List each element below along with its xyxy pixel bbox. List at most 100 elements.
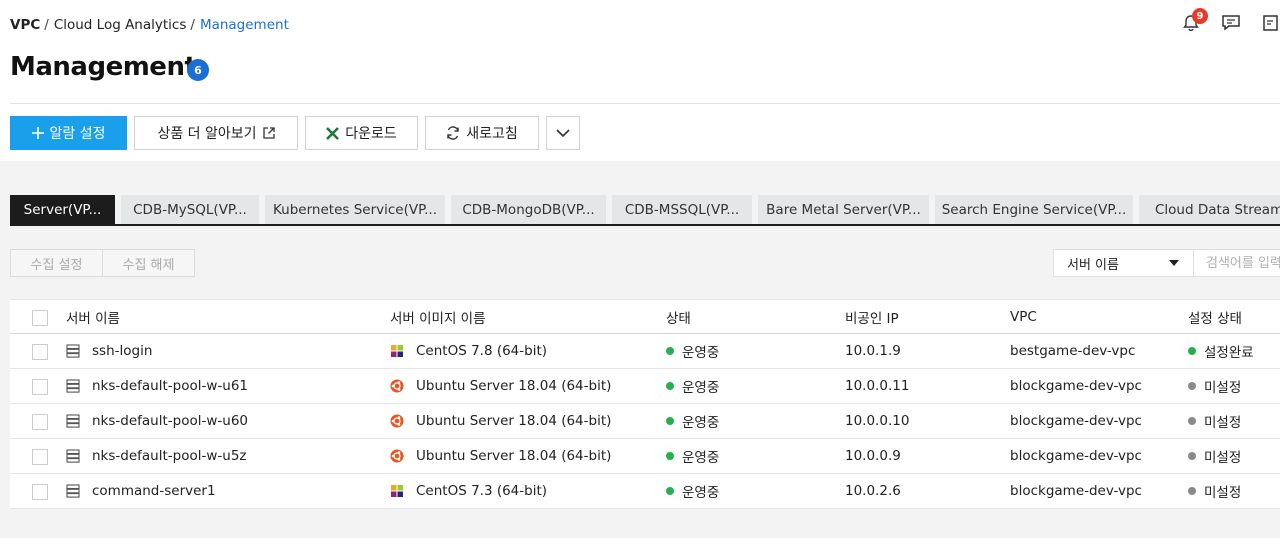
tab-cdb-mongodb[interactable]: CDB-MongoDB(VP... [451, 195, 606, 224]
tab-cdb-mysql[interactable]: CDB-MySQL(VP... [121, 195, 259, 224]
private-ip: 10.0.0.9 [845, 448, 901, 464]
header-icons: 9 [1180, 8, 1280, 34]
row-checkbox[interactable] [32, 379, 48, 395]
search-field-selected: 서버 이름 [1067, 257, 1119, 273]
breadcrumb-vpc[interactable]: VPC [10, 17, 40, 33]
column-header-setting-status[interactable]: 설정 상태 [1188, 300, 1242, 333]
breadcrumb-cloud-log-analytics[interactable]: Cloud Log Analytics [54, 17, 187, 33]
vpc-name: blockgame-dev-vpc [1010, 483, 1142, 499]
image-name: Ubuntu Server 18.04 (64-bit) [416, 448, 612, 464]
vpc-name: blockgame-dev-vpc [1010, 378, 1142, 394]
row-checkbox[interactable] [32, 449, 48, 465]
refresh-label: 새로고침 [466, 126, 518, 142]
status-text: 운영중 [682, 380, 720, 396]
centos-icon [391, 345, 403, 357]
setting-status-text: 미설정 [1204, 415, 1242, 431]
collect-actions: 수집 설정 수집 해제 [10, 249, 195, 277]
row-checkbox[interactable] [32, 344, 48, 360]
server-icon [66, 449, 80, 463]
column-header-private-ip[interactable]: 비공인 IP [845, 300, 899, 333]
breadcrumb-management: Management [199, 17, 289, 33]
row-checkbox[interactable] [32, 414, 48, 430]
tab-underline [10, 224, 1280, 226]
notification-badge: 9 [1192, 8, 1208, 24]
server-icon [66, 484, 80, 498]
alarm-setting-button[interactable]: 알람 설정 [10, 116, 127, 150]
row-checkbox[interactable] [32, 484, 48, 500]
learn-more-label: 상품 더 알아보기 [157, 126, 257, 142]
server-name[interactable]: nks-default-pool-w-u5z [92, 448, 247, 464]
private-ip: 10.0.1.9 [845, 343, 901, 359]
status-text: 운영중 [682, 485, 720, 501]
server-name[interactable]: nks-default-pool-w-u60 [92, 413, 248, 429]
refresh-button[interactable]: 새로고침 [425, 116, 539, 150]
search-field-select[interactable]: 서버 이름 [1053, 249, 1194, 277]
setting-status-text: 미설정 [1204, 380, 1242, 396]
ubuntu-icon [390, 379, 404, 393]
vpc-name: bestgame-dev-vpc [1010, 343, 1136, 359]
select-all-checkbox[interactable] [32, 310, 48, 326]
collect-set-button[interactable]: 수집 설정 [10, 249, 103, 277]
image-name: Ubuntu Server 18.04 (64-bit) [416, 413, 612, 429]
image-name: CentOS 7.3 (64-bit) [416, 483, 548, 499]
column-header-image-name[interactable]: 서버 이미지 이름 [390, 300, 486, 333]
status-dot [666, 382, 674, 390]
chat-icon [1222, 15, 1240, 31]
table-row[interactable]: nks-default-pool-w-u5z Ubuntu Server 18.… [10, 439, 1280, 474]
status-text: 운영중 [682, 450, 720, 466]
server-icon [66, 414, 80, 428]
table-row[interactable]: nks-default-pool-w-u61 Ubuntu Server 18.… [10, 369, 1280, 404]
table-row[interactable]: nks-default-pool-w-u60 Ubuntu Server 18.… [10, 404, 1280, 439]
tab-cdb-mssql[interactable]: CDB-MSSQL(VP... [612, 195, 752, 224]
setting-status-text: 설정완료 [1204, 345, 1254, 361]
chevron-down-icon [556, 128, 570, 137]
tab-kubernetes-service[interactable]: Kubernetes Service(VP... [265, 195, 445, 224]
title-count-badge: 6 [187, 59, 209, 81]
image-name: CentOS 7.8 (64-bit) [416, 343, 548, 359]
server-name[interactable]: command-server1 [92, 483, 216, 499]
notification-button[interactable]: 9 [1180, 8, 1208, 34]
alarm-setting-label: 알람 설정 [49, 126, 106, 142]
server-icon [66, 379, 80, 393]
status-dot [666, 347, 674, 355]
breadcrumb: VPC / Cloud Log Analytics / Management [10, 17, 289, 33]
service-tabs: Server(VP... CDB-MySQL(VP... Kubernetes … [10, 195, 1280, 224]
tab-cloud-data-streaming[interactable]: Cloud Data Streaming [1139, 195, 1280, 224]
ubuntu-icon [390, 449, 404, 463]
status-text: 운영중 [682, 415, 720, 431]
memo-button[interactable] [1260, 12, 1280, 34]
breadcrumb-separator: / [44, 17, 49, 33]
top-area: VPC / Cloud Log Analytics / Management 9… [0, 0, 1280, 161]
status-dot [666, 452, 674, 460]
server-name[interactable]: ssh-login [92, 343, 152, 359]
more-options-button[interactable] [546, 116, 580, 150]
plus-icon [31, 127, 44, 139]
chat-button[interactable] [1220, 12, 1242, 34]
page-title: Management [10, 52, 197, 82]
external-link-icon [262, 127, 275, 139]
setting-status-text: 미설정 [1204, 485, 1242, 501]
tab-server[interactable]: Server(VP... [10, 195, 115, 224]
server-name[interactable]: nks-default-pool-w-u61 [92, 378, 248, 394]
caret-down-icon [1169, 260, 1179, 266]
image-name: Ubuntu Server 18.04 (64-bit) [416, 378, 612, 394]
server-icon [66, 344, 80, 358]
learn-more-button[interactable]: 상품 더 알아보기 [134, 116, 298, 150]
toolbar: 알람 설정 상품 더 알아보기 다운로드 새로고침 [10, 116, 580, 150]
divider [10, 103, 1280, 104]
status-dot [666, 487, 674, 495]
private-ip: 10.0.2.6 [845, 483, 901, 499]
tab-search-engine-service[interactable]: Search Engine Service(VP... [935, 195, 1133, 224]
download-button[interactable]: 다운로드 [305, 116, 418, 150]
collect-release-button[interactable]: 수집 해제 [103, 249, 195, 277]
search-input[interactable] [1194, 249, 1280, 277]
column-header-server-name[interactable]: 서버 이름 [66, 300, 120, 333]
vpc-name: blockgame-dev-vpc [1010, 448, 1142, 464]
table-row[interactable]: command-server1 CentOS 7.3 (64-bit) 운영중 … [10, 474, 1280, 509]
column-header-vpc[interactable]: VPC [1010, 300, 1037, 333]
table-row[interactable]: ssh-login CentOS 7.8 (64-bit) 운영중 10.0.1… [10, 334, 1280, 369]
tab-bare-metal-server[interactable]: Bare Metal Server(VP... [758, 195, 929, 224]
refresh-icon [447, 126, 459, 140]
ubuntu-icon [390, 414, 404, 428]
column-header-status[interactable]: 상태 [666, 300, 691, 333]
